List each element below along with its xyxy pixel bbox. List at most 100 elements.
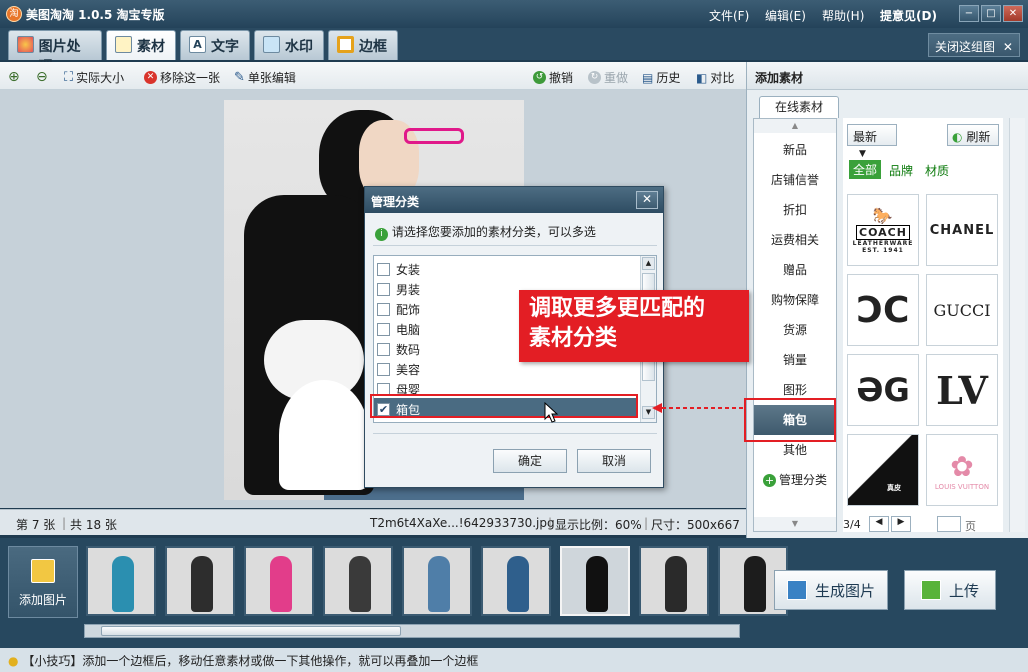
annotation-arrow [652,403,744,413]
actual-size-button[interactable]: ⛶ 实际大小 [64,69,124,86]
thumbnail[interactable] [86,546,156,616]
menu-file[interactable]: 文件(F) [709,7,749,24]
scroll-down-icon[interactable]: ▼ [754,517,836,531]
highlight-box-category [744,398,836,442]
filter-material[interactable]: 材质 [925,162,949,179]
filter-all[interactable]: 全部 [849,160,882,179]
upload-button[interactable]: 上传 [904,570,996,610]
thumbnail[interactable] [481,546,551,616]
mouse-cursor-icon [544,402,559,423]
ok-button[interactable]: 确定 [493,449,567,473]
category-option[interactable]: 女装 [374,258,638,278]
thumbnail-figure [744,556,766,612]
louis-vuitton-logo-tile[interactable]: ✿ LOUIS VUITTON [926,434,998,506]
category-gift[interactable]: 赠品 [754,255,836,285]
thumbnail[interactable] [560,546,630,616]
current-index: 第 7 张 [16,518,56,532]
refresh-button[interactable]: ◐ 刷新 [947,124,999,146]
close-window-button[interactable]: ✕ [1003,5,1023,22]
chanel-cc-logo-tile[interactable]: ↃC [847,274,919,346]
zoom-out-button[interactable]: ⊖ [36,69,48,85]
tip-text: 【小技巧】添加一个边框后，移动任意素材或做一下其他操作，就可以再叠加一个边框 [22,654,479,668]
next-page-button[interactable]: ▶ [891,516,911,532]
category-guarantee[interactable]: 购物保障 [754,285,836,315]
menu-edit[interactable]: 编辑(E) [765,7,806,24]
page-input[interactable] [937,516,961,532]
category-shop-credit[interactable]: 店铺信誉 [754,165,836,195]
checkbox[interactable] [377,262,390,276]
undo-button[interactable]: ↺ 撤销 [533,69,573,86]
thumbnail-figure [270,556,292,612]
tab-text[interactable]: A 文字 [180,30,250,60]
lv-flower-icon: ✿ [950,449,974,483]
scroll-up-icon[interactable]: ▲ [642,257,655,270]
history-button[interactable]: ▤ 历史 [642,69,680,86]
compare-label: 对比 [710,71,735,85]
sort-dropdown[interactable]: 最新 ▼ [847,124,897,159]
coach-text: COACH [856,225,910,240]
checkbox[interactable] [377,302,390,316]
maximize-button[interactable]: □ [981,5,1001,22]
tab-label: 素材 [137,39,165,55]
filmstrip-scrollbar[interactable] [84,624,740,638]
coach-logo-tile[interactable]: 🐎 COACH LEATHERWARE EST. 1941 [847,194,919,266]
redo-button[interactable]: ↻ 重做 [588,69,628,86]
menu-feedback[interactable]: 提意见(D) [880,7,937,24]
tab-frame[interactable]: 边框 [328,30,398,60]
upload-label: 上传 [948,581,979,600]
checkbox[interactable] [377,342,390,356]
category-discount[interactable]: 折扣 [754,195,836,225]
menu-help[interactable]: 帮助(H) [822,7,864,24]
thumbnail[interactable] [323,546,393,616]
dialog-title-bar: 管理分类 ✕ [365,187,663,213]
scrollbar-thumb[interactable] [101,626,401,636]
cancel-button[interactable]: 取消 [577,449,651,473]
gucci-logo-tile[interactable]: GUCCI [926,274,998,346]
thumbnail[interactable] [244,546,314,616]
single-edit-button[interactable]: ✎ 单张编辑 [234,69,296,86]
checkbox[interactable] [377,322,390,336]
minimize-button[interactable]: − [959,5,979,22]
edit-icon: ✎ [234,70,245,85]
generate-label: 生成图片 [814,581,875,600]
image-size: 尺寸：500x667 [651,518,740,532]
compare-button[interactable]: ◧ 对比 [696,69,734,86]
zoom-in-button[interactable]: ⊕ [8,69,20,85]
category-source[interactable]: 货源 [754,315,836,345]
thumbnail-figure [507,556,529,612]
tab-watermark[interactable]: 水印 [254,30,324,60]
cc-icon: ↃC [856,289,910,331]
manage-category-button[interactable]: + 管理分类 [754,465,836,495]
dialog-close-button[interactable]: ✕ [636,191,658,209]
scroll-up-icon[interactable]: ▲ [754,119,836,133]
chanel-logo-tile[interactable]: CHANEL [926,194,998,266]
close-group-button[interactable]: 关闭这组图 ✕ [928,33,1020,57]
lv-logo-tile[interactable]: LV [926,354,998,426]
tab-material[interactable]: 素材 [106,30,176,60]
gucci-gg-logo-tile[interactable]: ƏG [847,354,919,426]
undo-label: 撤销 [549,71,574,85]
undo-icon: ↺ [533,71,546,84]
thumbnail[interactable] [639,546,709,616]
category-new[interactable]: 新品 [754,135,836,165]
add-image-button[interactable]: 添加图片 [8,546,78,618]
material-panel: 添加素材 在线素材 ▲ 新品 店铺信誉 折扣 运费相关 赠品 购物保障 货源 销… [746,62,1028,538]
louis-vuitton-text: LOUIS VUITTON [934,482,990,491]
generate-image-button[interactable]: 生成图片 [774,570,888,610]
panel-scrollbar[interactable] [1009,118,1025,532]
category-sales[interactable]: 销量 [754,345,836,375]
tab-online-material[interactable]: 在线素材 [759,96,839,118]
image-info-bar: 第 7 张 | 共 18 张 T2m6t4XaXe...!642933730.j… [0,509,746,535]
checkbox[interactable] [377,362,390,376]
category-shipping[interactable]: 运费相关 [754,225,836,255]
thumbnail[interactable] [165,546,235,616]
leather-logo-tile[interactable]: 真皮 [847,434,919,506]
filter-brand[interactable]: 品牌 [889,162,913,179]
checkbox[interactable] [377,282,390,296]
thumbnail[interactable] [402,546,472,616]
actual-size-label: 实际大小 [76,71,125,85]
remove-one-button[interactable]: ✕ 移除这一张 [144,69,220,86]
sort-label: 最新 [853,130,878,144]
tab-image-processing[interactable]: 图片处理 [8,30,102,75]
prev-page-button[interactable]: ◀ [869,516,889,532]
